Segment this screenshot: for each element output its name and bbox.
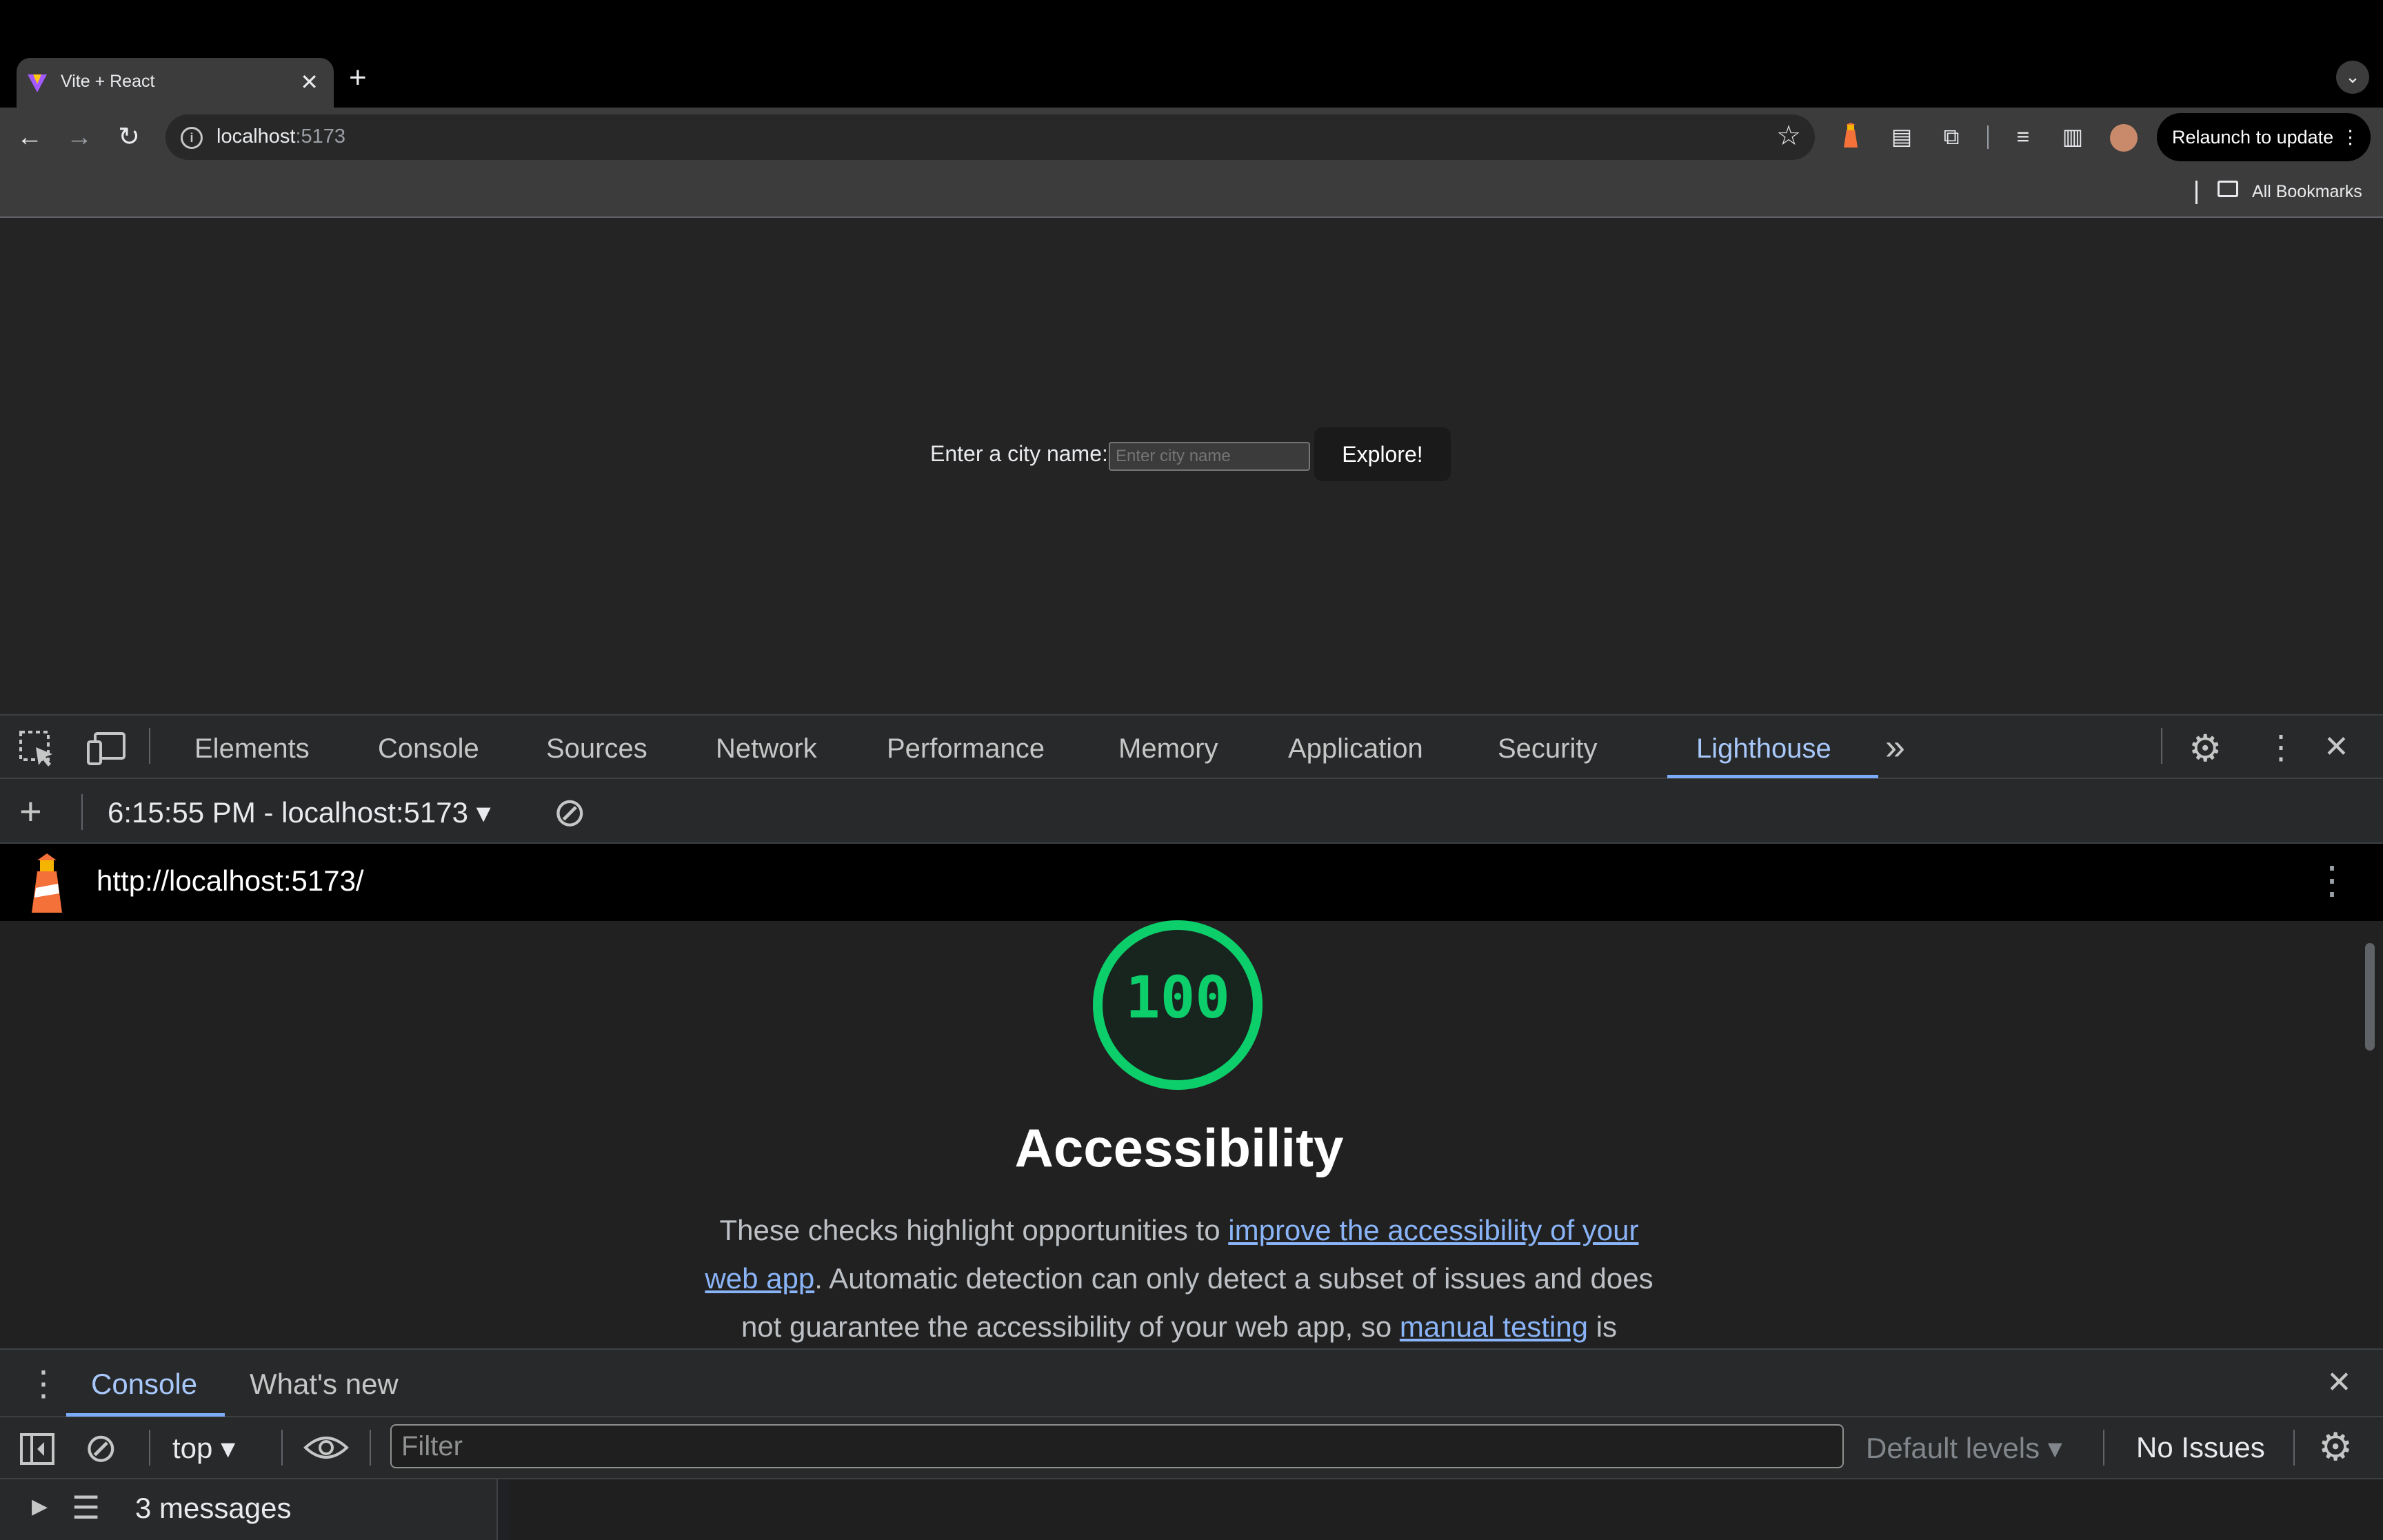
lighthouse-toolbar: + 6:15:55 PM - localhost:5173 ▾ ⊘ xyxy=(0,779,2383,844)
all-bookmarks-link[interactable]: All Bookmarks xyxy=(2252,182,2362,202)
address-url: localhost:5173 xyxy=(217,125,346,148)
city-name-label: Enter a city name: xyxy=(930,441,1108,466)
address-bar[interactable]: i localhost:5173 ☆ xyxy=(165,114,1815,160)
toolbar-divider xyxy=(281,1430,283,1466)
bookmarks-bar: All Bookmarks xyxy=(0,167,2383,218)
console-filter-input[interactable] xyxy=(390,1424,1844,1468)
log-levels-dropdown[interactable]: Default levels ▾ xyxy=(1866,1431,2062,1465)
devtools-settings-icon[interactable]: ⚙ xyxy=(2189,727,2222,770)
report-url: http://localhost:5173/ xyxy=(97,864,364,897)
drawer-close-icon[interactable]: ✕ xyxy=(2326,1365,2352,1400)
toolbar-divider xyxy=(2103,1430,2104,1466)
toolbar-divider xyxy=(1987,125,1989,149)
expand-arrow-icon[interactable]: ▶ xyxy=(32,1495,48,1519)
drawer-tab-console[interactable]: Console xyxy=(91,1368,197,1401)
tabbar-divider xyxy=(2161,728,2162,764)
drawer-tab-whats-new[interactable]: What's new xyxy=(250,1368,399,1401)
manual-testing-link[interactable]: manual testing xyxy=(1400,1310,1588,1343)
new-report-icon[interactable]: + xyxy=(19,789,42,833)
explore-button[interactable]: Explore! xyxy=(1314,427,1451,481)
tab-title: Vite + React xyxy=(61,72,155,91)
caret-down-icon: ▾ xyxy=(476,796,491,829)
toolbar-divider xyxy=(149,1430,150,1466)
tab-lighthouse[interactable]: Lighthouse xyxy=(1696,733,1831,764)
clear-console-icon[interactable]: ⊘ xyxy=(84,1424,118,1471)
caret-down-icon: ▾ xyxy=(2047,1432,2062,1464)
report-menu-icon[interactable]: ⋮ xyxy=(2313,858,2351,903)
tab-search-button[interactable]: ⌄ xyxy=(2336,61,2369,94)
category-title: Accessibility xyxy=(1014,1117,1344,1178)
extensions-puzzle-icon[interactable]: ⧉ xyxy=(1938,123,1965,150)
message-list-icon: ☰ xyxy=(72,1490,101,1526)
category-description: These checks highlight opportunities to … xyxy=(705,1214,1653,1343)
toolbar-divider xyxy=(370,1430,371,1466)
tab-elements[interactable]: Elements xyxy=(194,733,310,764)
tab-network[interactable]: Network xyxy=(716,733,817,764)
tab-close-icon[interactable]: ✕ xyxy=(300,69,319,95)
side-panel-icon[interactable]: ▥ xyxy=(2059,123,2087,150)
inspect-element-icon[interactable] xyxy=(18,729,57,771)
console-sidebar: ▶ ☰ 3 messages xyxy=(0,1479,498,1540)
lighthouse-logo-icon xyxy=(26,853,68,916)
browser-tab[interactable]: Vite + React ✕ xyxy=(17,58,334,108)
tab-performance[interactable]: Performance xyxy=(887,733,1045,764)
report-scrollbar-thumb[interactable] xyxy=(2365,943,2375,1051)
tabbar-divider xyxy=(149,728,150,764)
toolbar-divider xyxy=(81,794,83,830)
back-icon[interactable]: ← xyxy=(14,121,46,153)
reload-icon[interactable]: ↻ xyxy=(113,121,145,153)
site-info-icon[interactable]: i xyxy=(181,127,203,149)
vite-favicon-icon xyxy=(26,72,48,97)
relaunch-to-update-button[interactable]: Relaunch to update ⋮ xyxy=(2157,113,2371,161)
more-tabs-icon[interactable]: » xyxy=(1885,727,1905,768)
live-expression-eye-icon[interactable] xyxy=(303,1432,349,1466)
caret-down-icon: ▾ xyxy=(221,1432,236,1464)
score-value: 100 xyxy=(1125,964,1230,1031)
tab-console[interactable]: Console xyxy=(378,733,479,764)
chrome-menu-icon[interactable]: ⋮ xyxy=(2341,113,2360,161)
tab-sources[interactable]: Sources xyxy=(546,733,647,764)
devtools-tabbar: Elements Console Sources Network Perform… xyxy=(0,714,2383,779)
devtools-menu-icon[interactable]: ⋮ xyxy=(2264,728,2297,767)
city-name-input[interactable] xyxy=(1109,442,1310,471)
drawer-tabbar: ⋮ Console What's new ✕ xyxy=(0,1348,2383,1417)
relaunch-label: Relaunch to update xyxy=(2172,127,2334,148)
tab-security[interactable]: Security xyxy=(1498,733,1598,764)
sidebar-toggle-icon[interactable] xyxy=(19,1432,55,1469)
report-selector[interactable]: 6:15:55 PM - localhost:5173 ▾ xyxy=(108,796,491,829)
context-selector[interactable]: top ▾ xyxy=(172,1431,235,1465)
media-controls-icon[interactable]: ≡ xyxy=(2009,123,2037,150)
messages-count-item[interactable]: 3 messages xyxy=(135,1492,291,1525)
console-output xyxy=(510,1479,2383,1540)
reader-extension-icon[interactable]: ▤ xyxy=(1888,123,1916,150)
tab-memory[interactable]: Memory xyxy=(1118,733,1218,764)
bookmarks-separator xyxy=(2195,181,2198,204)
console-settings-icon[interactable]: ⚙ xyxy=(2318,1424,2353,1470)
toolbar-divider xyxy=(2293,1430,2295,1466)
new-tab-button[interactable]: + xyxy=(349,59,367,97)
device-toolbar-icon[interactable] xyxy=(86,729,127,771)
profile-avatar[interactable] xyxy=(2110,124,2138,152)
active-drawer-tab-indicator xyxy=(66,1413,225,1417)
clear-reports-icon[interactable]: ⊘ xyxy=(553,789,587,835)
forward-icon[interactable]: → xyxy=(63,121,95,153)
bookmark-star-icon[interactable]: ☆ xyxy=(1776,120,1801,152)
active-tab-indicator xyxy=(1667,775,1878,778)
devtools-close-icon[interactable]: ✕ xyxy=(2324,729,2349,764)
tab-application[interactable]: Application xyxy=(1288,733,1423,764)
drawer-menu-icon[interactable]: ⋮ xyxy=(26,1364,61,1404)
lighthouse-extension-icon[interactable] xyxy=(1837,123,1864,150)
issues-counter[interactable]: No Issues xyxy=(2136,1431,2265,1464)
folder-icon xyxy=(2218,181,2238,197)
